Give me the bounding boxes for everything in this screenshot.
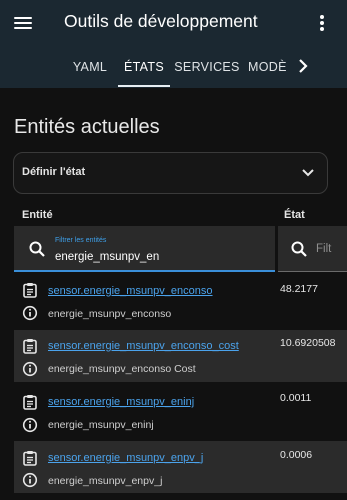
entity-state-value: 48.2177 bbox=[280, 283, 318, 295]
tab-bar: YAML ÉTATS SERVICES MODÈ bbox=[60, 50, 288, 88]
tab-services[interactable]: SERVICES bbox=[174, 50, 240, 88]
table-row: sensor.energie_msunpv_eninj energie_msun… bbox=[14, 386, 347, 438]
info-circle-icon[interactable] bbox=[22, 305, 38, 321]
clipboard-list-icon[interactable] bbox=[22, 282, 38, 298]
column-header-state[interactable]: État bbox=[284, 209, 305, 221]
table-row: sensor.energie_msunpv_enconso energie_ms… bbox=[14, 278, 347, 330]
entity-id-link[interactable]: sensor.energie_msunpv_enconso bbox=[48, 285, 213, 297]
hamburger-menu-icon[interactable] bbox=[14, 13, 34, 33]
clipboard-list-icon[interactable] bbox=[22, 338, 38, 354]
search-icon bbox=[29, 241, 45, 257]
entity-friendly-name: energie_msunpv_eninj bbox=[48, 419, 154, 431]
entity-state-value: 0.0006 bbox=[280, 449, 313, 461]
entity-state-value: 0.0011 bbox=[280, 392, 312, 404]
entity-filter-field[interactable]: Filtrer les entités energie_msunpv_en bbox=[14, 226, 275, 272]
table-row: sensor.energie_msunpv_enpv_j energie_msu… bbox=[14, 441, 347, 493]
page-title: Outils de développement bbox=[64, 11, 258, 31]
chevron-down-icon bbox=[302, 169, 314, 177]
section-heading: Entités actuelles bbox=[14, 116, 160, 138]
app-header: Outils de développement YAML ÉTATS SERVI… bbox=[0, 0, 347, 88]
entity-filter-input[interactable]: energie_msunpv_en bbox=[55, 251, 159, 263]
tab-templates[interactable]: MODÈ bbox=[248, 50, 288, 88]
search-icon bbox=[291, 241, 307, 257]
table-row: sensor.energie_msunpv_enconso_cost energ… bbox=[14, 330, 347, 382]
entity-friendly-name: energie_msunpv_enpv_j bbox=[48, 475, 163, 487]
entity-state-value: 10.6920508 bbox=[280, 337, 336, 349]
clipboard-list-icon[interactable] bbox=[22, 394, 38, 410]
entity-id-link[interactable]: sensor.energie_msunpv_enconso_cost bbox=[48, 340, 239, 352]
set-state-expander[interactable]: Définir l'état bbox=[13, 152, 328, 194]
column-header-entity[interactable]: Entité bbox=[22, 209, 53, 221]
entity-friendly-name: energie_msunpv_enconso Cost bbox=[48, 363, 196, 375]
info-circle-icon[interactable] bbox=[22, 361, 38, 377]
info-circle-icon[interactable] bbox=[22, 417, 38, 433]
more-vert-icon[interactable] bbox=[320, 13, 326, 33]
state-filter-field[interactable]: Filt bbox=[278, 226, 347, 272]
set-state-label: Définir l'état bbox=[22, 166, 86, 178]
entity-id-link[interactable]: sensor.energie_msunpv_eninj bbox=[48, 396, 194, 408]
entity-friendly-name: energie_msunpv_enconso bbox=[48, 308, 172, 320]
tab-states[interactable]: ÉTATS bbox=[118, 50, 170, 88]
tab-yaml[interactable]: YAML bbox=[60, 50, 120, 88]
developer-tools-app: Outils de développement YAML ÉTATS SERVI… bbox=[0, 0, 347, 500]
state-filter-input[interactable]: Filt bbox=[316, 243, 331, 255]
chevron-right-icon[interactable] bbox=[296, 58, 310, 74]
entity-id-link[interactable]: sensor.energie_msunpv_enpv_j bbox=[48, 452, 203, 464]
entity-filter-label: Filtrer les entités bbox=[55, 237, 107, 244]
info-circle-icon[interactable] bbox=[22, 472, 38, 488]
clipboard-list-icon[interactable] bbox=[22, 450, 38, 466]
